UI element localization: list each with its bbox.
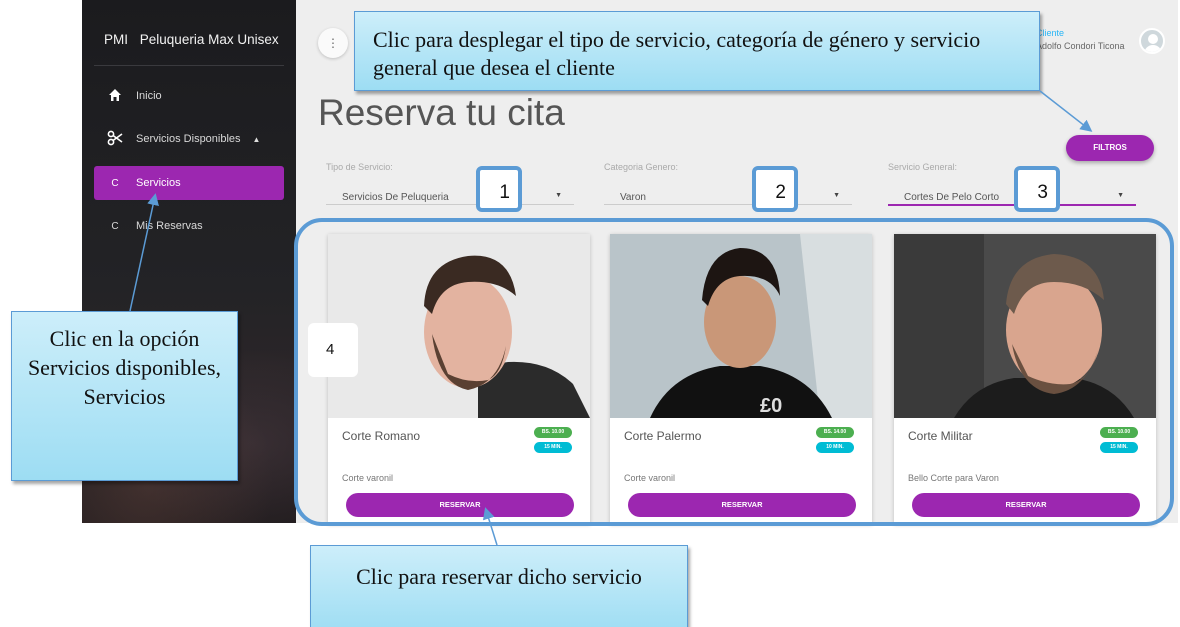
user-name: Adolfo Condori Ticona bbox=[1036, 41, 1125, 51]
marker-label: 3 bbox=[1037, 182, 1048, 203]
page-title: Reserva tu cita bbox=[318, 92, 565, 133]
service-type-select[interactable]: Tipo de Servicio: Servicios De Peluqueri… bbox=[326, 162, 574, 206]
gender-category-select[interactable]: Categoria Genero: Varon ▼ bbox=[604, 162, 852, 206]
brand[interactable]: PMI Peluqueria Max Unisex bbox=[104, 32, 279, 47]
sidebar-item-mis-reservas[interactable]: C Mis Reservas bbox=[94, 209, 284, 243]
callout-sidebar: Clic en la opción Servicios disponibles,… bbox=[11, 311, 238, 481]
field-label: Servicio General: bbox=[888, 162, 958, 172]
brand-abbr: PMI bbox=[104, 32, 129, 47]
sidebar-item-label: Inicio bbox=[136, 90, 162, 102]
sidebar-item-letter: C bbox=[111, 220, 119, 232]
avatar[interactable] bbox=[1139, 28, 1165, 54]
sidebar-item-letter: C bbox=[111, 177, 119, 189]
callout-reserve: Clic para reservar dicho servicio bbox=[310, 545, 688, 627]
field-underline bbox=[326, 204, 574, 205]
sidebar-item-servicios[interactable]: C Servicios bbox=[94, 166, 284, 200]
dropdown-arrow-icon: ▼ bbox=[555, 192, 562, 199]
more-vertical-icon[interactable]: ⋮ bbox=[318, 28, 348, 58]
field-underline bbox=[604, 204, 852, 205]
marker-2: 2 bbox=[752, 166, 798, 212]
marker-label: 1 bbox=[499, 182, 510, 203]
brand-divider bbox=[94, 65, 284, 66]
field-value: Varon bbox=[620, 192, 646, 203]
sidebar-item-servicios-disponibles[interactable]: Servicios Disponibles ▲ bbox=[94, 122, 284, 156]
marker-label: 2 bbox=[775, 182, 786, 203]
field-label: Tipo de Servicio: bbox=[326, 162, 393, 172]
sidebar-item-inicio[interactable]: Inicio bbox=[94, 79, 284, 113]
home-icon bbox=[100, 88, 130, 105]
field-value: Cortes De Pelo Corto bbox=[904, 192, 1000, 203]
filters-button[interactable]: FILTROS bbox=[1066, 135, 1154, 161]
sidebar-item-label: Servicios bbox=[136, 177, 181, 189]
dropdown-arrow-icon: ▼ bbox=[833, 192, 840, 199]
brand-name: Peluqueria Max Unisex bbox=[139, 32, 279, 47]
sidebar-item-label: Mis Reservas bbox=[136, 220, 203, 232]
marker-3: 3 bbox=[1014, 166, 1060, 212]
field-value: Servicios De Peluqueria bbox=[342, 192, 449, 203]
marker-1: 1 bbox=[476, 166, 522, 212]
cards-highlight-frame bbox=[294, 218, 1174, 526]
callout-filters: Clic para desplegar el tipo de servicio,… bbox=[354, 11, 1040, 91]
dropdown-arrow-icon: ▼ bbox=[1117, 192, 1124, 199]
user-role: Cliente bbox=[1036, 28, 1065, 38]
sidebar-item-label: Servicios Disponibles bbox=[136, 133, 241, 145]
marker-4: 4 bbox=[308, 323, 358, 377]
caret-up-icon: ▲ bbox=[252, 134, 261, 144]
field-label: Categoria Genero: bbox=[604, 162, 679, 172]
field-underline bbox=[888, 204, 1136, 206]
general-service-select[interactable]: Servicio General: Cortes De Pelo Corto ▼ bbox=[888, 162, 1136, 206]
scissors-icon bbox=[100, 130, 130, 149]
